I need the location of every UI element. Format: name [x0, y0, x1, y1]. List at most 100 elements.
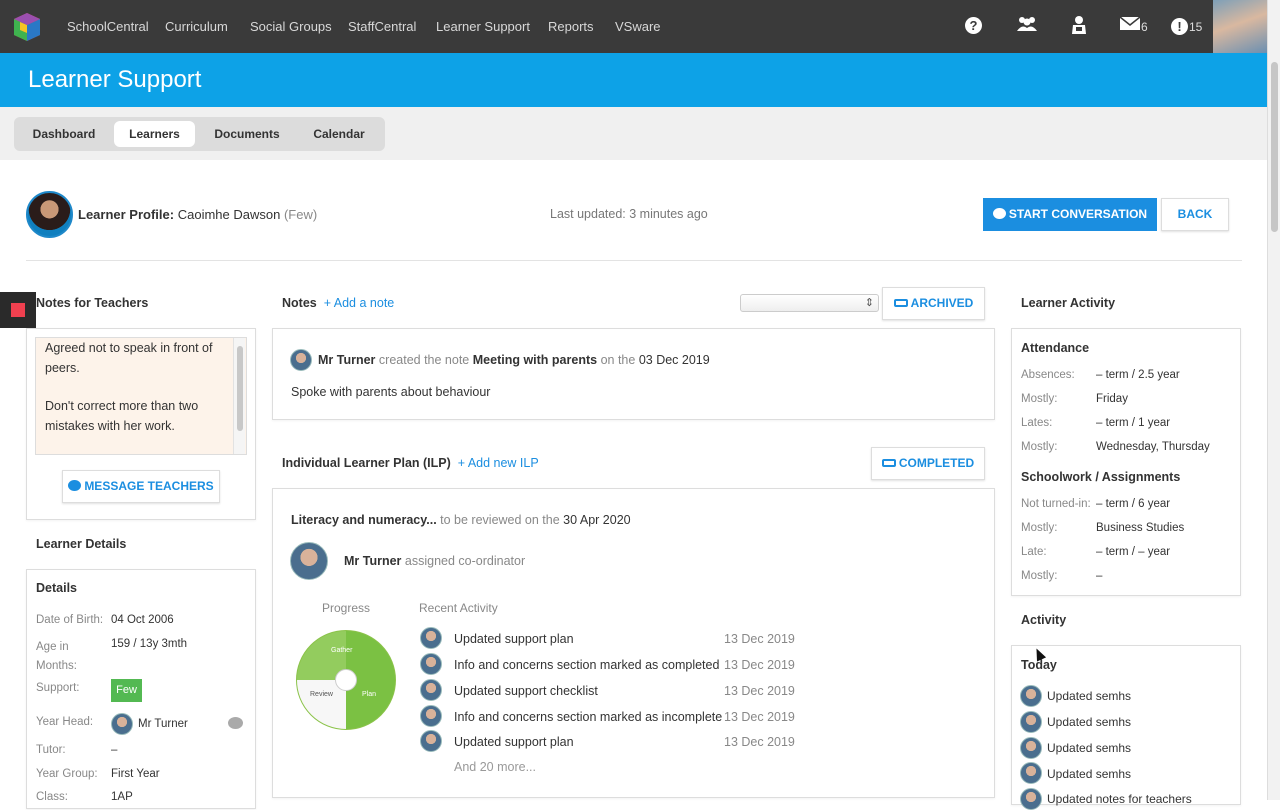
tab-dashboard[interactable]: Dashboard: [18, 121, 110, 147]
activity-date: 13 Dec 2019: [724, 632, 795, 646]
activity-avatar: [420, 705, 442, 727]
back-button[interactable]: BACK: [1161, 198, 1229, 231]
ilp-header: Individual Learner Plan (ILP) + Add new …: [282, 456, 539, 470]
nav-social-groups[interactable]: Social Groups: [250, 19, 332, 34]
tab-learners[interactable]: Learners: [114, 121, 195, 147]
mail-count: 6: [1141, 20, 1148, 34]
yearhead-avatar: [111, 713, 133, 735]
profile-label: Learner Profile:: [78, 207, 175, 222]
completed-button[interactable]: COMPLETED: [871, 447, 985, 480]
note-title[interactable]: Meeting with parents: [473, 353, 597, 367]
pie-label-review: Review: [310, 691, 333, 698]
note-meta: Mr Turner created the note Meeting with …: [318, 353, 710, 367]
activity-avatar: [420, 679, 442, 701]
nav-reports[interactable]: Reports: [548, 19, 594, 34]
pie-center: [335, 669, 357, 691]
yearhead-label: Year Head:: [36, 716, 94, 728]
tab-documents[interactable]: Documents: [200, 121, 294, 147]
mostly-value: Business Studies: [1096, 522, 1185, 534]
add-ilp-link[interactable]: + Add new ILP: [458, 456, 539, 470]
feed-avatar: [1020, 711, 1042, 733]
school-logo[interactable]: [10, 9, 44, 43]
details-panel-title: Details: [36, 581, 77, 595]
alert-icon[interactable]: ! 15: [1171, 16, 1202, 36]
nav-learner-support[interactable]: Learner Support: [436, 19, 530, 34]
start-conversation-label: START CONVERSATION: [1008, 207, 1148, 221]
activity-text: Updated support checklist: [454, 684, 598, 698]
scrollbar-thumb[interactable]: [1271, 62, 1278, 232]
comment-icon[interactable]: [228, 717, 243, 729]
late-label: Late:: [1021, 546, 1047, 558]
nav-schoolcentral[interactable]: SchoolCentral: [67, 19, 149, 34]
activity-avatar: [420, 730, 442, 752]
person-badge-icon[interactable]: [1071, 15, 1087, 40]
learner-details-title: Learner Details: [36, 537, 127, 551]
notes-for-teachers-textarea[interactable]: Agreed not to speak in front of peers. D…: [35, 337, 247, 455]
activity-text: Info and concerns section marked as comp…: [454, 658, 720, 672]
mostly-value: Wednesday, Thursday: [1096, 441, 1210, 453]
archived-button[interactable]: ARCHIVED: [882, 287, 985, 320]
note-text-2: Don't correct more than two mistakes wit…: [45, 399, 199, 433]
mail-icon[interactable]: 6: [1119, 16, 1148, 36]
activity-text: Updated support plan: [454, 735, 574, 749]
textarea-scrollbar[interactable]: [233, 338, 245, 454]
notes-for-teachers-title: Notes for Teachers: [36, 296, 149, 310]
ilp-title: Individual Learner Plan (ILP): [282, 456, 451, 470]
message-teachers-button[interactable]: MESSAGE TEACHERS: [62, 470, 220, 503]
activity-text: Updated support plan: [454, 632, 574, 646]
nav-vsware[interactable]: VSware: [615, 19, 661, 34]
feed-item: Updated semhs: [1047, 741, 1132, 755]
page-scrollbar[interactable]: [1267, 0, 1280, 800]
dob-label: Date of Birth:: [36, 614, 104, 626]
mostly-value: Friday: [1096, 393, 1128, 405]
user-avatar[interactable]: [1213, 0, 1268, 53]
divider: [26, 260, 1242, 261]
note-text-1: Agreed not to speak in front of peers.: [45, 341, 213, 375]
feed-item: Updated semhs: [1047, 715, 1132, 729]
learner-profile-heading: Learner Profile: Caoimhe Dawson (Few): [78, 207, 317, 222]
tab-calendar[interactable]: Calendar: [298, 121, 380, 147]
not-turned-in-value: – term / 6 year: [1096, 498, 1171, 510]
coordinator-avatar: [290, 542, 328, 580]
ilp-plan-name[interactable]: Literacy and numeracy...: [291, 513, 437, 527]
page-banner: Learner Support: [0, 53, 1267, 107]
notes-filter-select[interactable]: [740, 294, 879, 312]
attendance-title: Attendance: [1021, 341, 1090, 355]
coordinator-text: assigned co-ordinator: [404, 554, 526, 568]
more-activity-link[interactable]: And 20 more...: [454, 760, 536, 774]
activity-avatar: [420, 653, 442, 675]
nav-staffcentral[interactable]: StaffCentral: [348, 19, 416, 34]
nav-curriculum[interactable]: Curriculum: [165, 19, 228, 34]
archive-icon: [893, 299, 908, 307]
feed-avatar: [1020, 685, 1042, 707]
feed-item: Updated semhs: [1047, 767, 1132, 781]
recent-activity-label: Recent Activity: [419, 601, 498, 615]
feed-avatar: [1020, 788, 1042, 810]
help-icon[interactable]: ?: [965, 17, 982, 34]
support-label: Support:: [36, 682, 80, 694]
alert-icon-glyph: !: [1171, 18, 1188, 35]
message-teachers-label: MESSAGE TEACHERS: [84, 479, 214, 493]
activity-date: 13 Dec 2019: [724, 658, 795, 672]
tutor-value: –: [111, 744, 118, 756]
lates-value: – term / 1 year: [1096, 417, 1171, 429]
last-updated: Last updated: 3 minutes ago: [550, 207, 708, 221]
mostly-label: Mostly:: [1021, 522, 1058, 534]
absences-label: Absences:: [1021, 369, 1075, 381]
activity-avatar: [420, 627, 442, 649]
textarea-scroll-thumb[interactable]: [237, 346, 243, 431]
learner-name: Caoimhe Dawson: [177, 207, 281, 222]
absences-value: – term / 2.5 year: [1096, 369, 1180, 381]
coordinator-name: Mr Turner: [344, 554, 402, 568]
pie-label-gather: Gather: [331, 647, 353, 654]
ilp-review-date: 30 Apr 2020: [563, 513, 631, 527]
side-record-tab[interactable]: [0, 292, 36, 328]
add-note-link[interactable]: + Add a note: [324, 296, 395, 310]
activity-title: Activity: [1021, 613, 1067, 627]
chat-bubble-icon: [992, 208, 1006, 219]
ilp-review-text: to be reviewed on the: [440, 513, 560, 527]
groups-icon[interactable]: [1016, 15, 1038, 38]
activity-date: 13 Dec 2019: [724, 684, 795, 698]
start-conversation-button[interactable]: START CONVERSATION: [983, 198, 1157, 231]
schoolwork-title: Schoolwork / Assignments: [1021, 470, 1181, 484]
